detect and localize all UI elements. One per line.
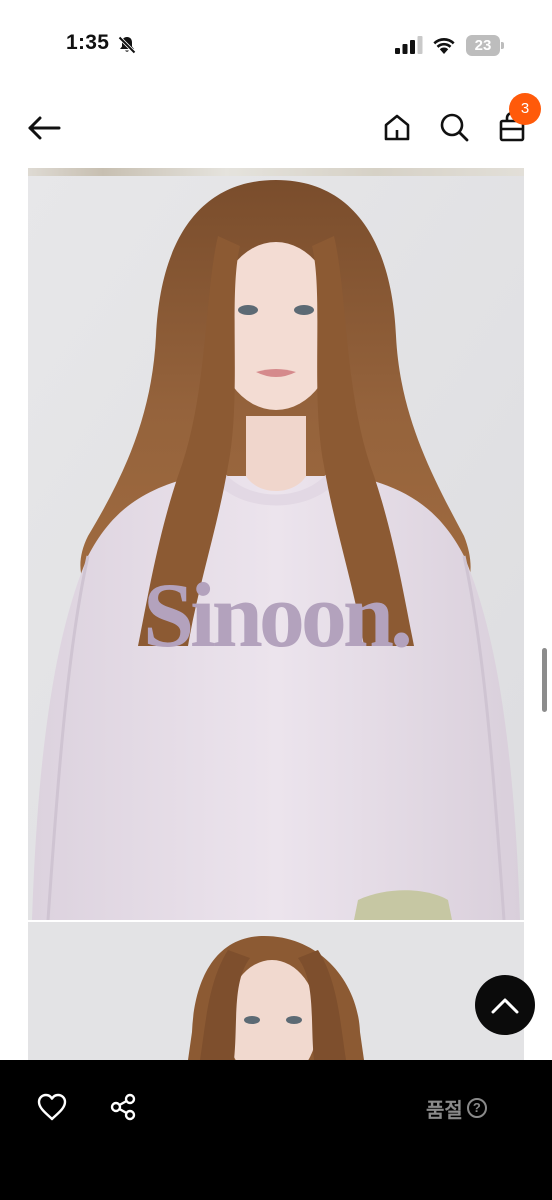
scroll-indicator[interactable] bbox=[542, 648, 547, 712]
product-photo[interactable]: Sinoon. bbox=[28, 176, 524, 920]
wifi-icon bbox=[433, 38, 455, 54]
status-bar: 1:35 23 bbox=[0, 0, 552, 90]
home-button[interactable] bbox=[380, 109, 414, 145]
battery-level: 23 bbox=[474, 37, 492, 54]
previous-photo-edge bbox=[28, 168, 524, 176]
back-button[interactable] bbox=[24, 110, 64, 146]
search-button[interactable] bbox=[437, 109, 471, 145]
status-time: 1:35 bbox=[66, 31, 110, 54]
chevron-up-icon bbox=[491, 998, 519, 1014]
shirt-logo-text: Sinoon. bbox=[143, 564, 409, 666]
scroll-to-top-button[interactable] bbox=[475, 975, 535, 1035]
home-icon bbox=[384, 114, 410, 141]
soldout-status: 품절 ? bbox=[426, 1094, 487, 1122]
bell-slash-icon bbox=[118, 36, 136, 54]
top-nav bbox=[0, 90, 552, 168]
like-button[interactable] bbox=[34, 1090, 70, 1124]
share-icon bbox=[110, 1093, 136, 1121]
share-button[interactable] bbox=[106, 1089, 140, 1125]
soldout-label: 품절 bbox=[426, 1097, 463, 1122]
product-gallery: Sinoon. bbox=[28, 168, 524, 1060]
back-arrow-icon bbox=[28, 116, 61, 140]
search-icon bbox=[440, 113, 469, 142]
cart-badge[interactable]: 3 bbox=[509, 93, 541, 125]
product-photo-illustration: Sinoon. bbox=[28, 176, 524, 920]
product-photo-2-illustration bbox=[28, 922, 524, 1060]
heart-icon bbox=[37, 1093, 67, 1121]
cell-signal-icon bbox=[395, 36, 423, 54]
product-photo-2[interactable] bbox=[28, 922, 524, 1060]
bottom-action-bar: 품절 ? bbox=[0, 1060, 552, 1200]
battery-icon: 23 bbox=[466, 35, 504, 56]
question-icon[interactable]: ? bbox=[466, 1098, 487, 1118]
